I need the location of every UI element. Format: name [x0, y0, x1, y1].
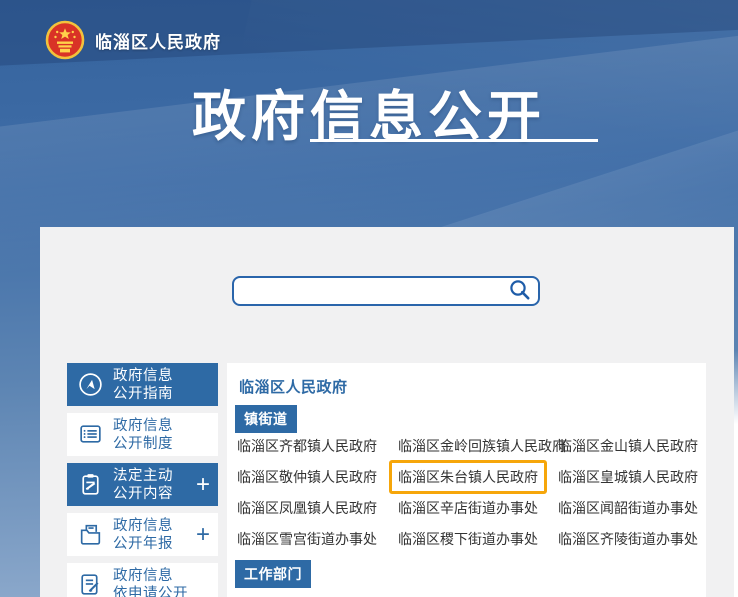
content-area: 临淄区人民政府 镇街道 临淄区齐都镇人民政府 临淄区金岭回族镇人民政府临淄区金山镇… — [227, 363, 706, 597]
link-cell: 临淄区凤凰镇人民政府 — [237, 498, 398, 518]
sidebar-item-rules[interactable]: 政府信息 公开制度 — [67, 413, 218, 456]
section-badge-towns: 镇街道 — [235, 405, 297, 433]
town-link[interactable]: 临淄区雪宫街道办事处 — [237, 531, 377, 547]
town-link[interactable]: 临淄区稷下街道办事处 — [398, 531, 538, 547]
clipboard-pen-icon — [77, 471, 104, 498]
search-bar — [232, 276, 540, 306]
link-cell: 临淄区雪宫街道办事处 — [237, 529, 398, 549]
plus-icon[interactable]: + — [196, 525, 210, 545]
page-heading: 临淄区人民政府 — [239, 376, 348, 397]
link-cell: 临淄区稷下街道办事处 — [398, 529, 558, 549]
plus-icon[interactable]: + — [196, 475, 210, 495]
sidebar-item-label: 政府信息 公开年报 — [113, 517, 173, 553]
link-cell: 临淄区金岭回族镇人民政府 — [398, 436, 558, 456]
town-link[interactable]: 临淄区齐陵街道办事处 — [558, 531, 698, 547]
link-cell: 临淄区皇城镇人民政府 — [558, 467, 706, 487]
link-cell: 临淄区金山镇人民政府 — [558, 436, 706, 456]
town-link[interactable]: 临淄区金岭回族镇人民政府 — [398, 438, 566, 454]
compass-icon — [77, 371, 104, 398]
town-link[interactable]: 临淄区辛店街道办事处 — [398, 500, 538, 516]
town-link[interactable]: 临淄区敬仲镇人民政府 — [237, 469, 377, 485]
sidebar: 政府信息 公开指南 政府信息 公开制度 — [67, 363, 218, 597]
document-list-icon — [77, 421, 104, 448]
town-link[interactable]: 临淄区齐都镇人民政府 — [237, 438, 377, 454]
link-cell: 临淄区齐都镇人民政府 — [237, 436, 398, 456]
section-badge-departments: 工作部门 — [235, 560, 311, 588]
site-name[interactable]: 临淄区人民政府 — [95, 28, 221, 53]
page: 临淄区人民政府 政府信息公开 — [0, 0, 738, 597]
town-link[interactable]: 临淄区凤凰镇人民政府 — [237, 500, 377, 516]
sidebar-item-statutory[interactable]: 法定主动 公开内容 + — [67, 463, 218, 506]
sidebar-item-annual-report[interactable]: 政府信息 公开年报 + — [67, 513, 218, 556]
search-button[interactable] — [508, 278, 538, 305]
link-cell: 临淄区闻韶街道办事处 — [558, 498, 706, 518]
search-input[interactable] — [234, 279, 508, 303]
link-cell: 临淄区辛店街道办事处 — [398, 498, 558, 518]
search-icon — [508, 278, 532, 305]
sidebar-item-label: 政府信息 公开制度 — [113, 417, 173, 453]
sidebar-item-guide[interactable]: 政府信息 公开指南 — [67, 363, 218, 406]
link-cell: 临淄区敬仲镇人民政府 — [237, 467, 398, 487]
national-emblem-icon — [45, 20, 85, 60]
town-link[interactable]: 临淄区皇城镇人民政府 — [558, 469, 698, 485]
site-logo[interactable]: 临淄区人民政府 — [45, 20, 221, 60]
town-link[interactable]: 临淄区闻韶街道办事处 — [558, 500, 698, 516]
town-link[interactable]: 临淄区金山镇人民政府 — [558, 438, 698, 454]
town-link-highlighted[interactable]: 临淄区朱台镇人民政府 — [389, 460, 547, 494]
title-underline — [310, 139, 598, 142]
sidebar-item-application[interactable]: 政府信息 依申请公开 — [67, 563, 218, 597]
sidebar-item-label: 政府信息 公开指南 — [113, 367, 173, 403]
link-cell: 临淄区齐陵街道办事处 — [558, 529, 706, 549]
town-links-grid: 临淄区齐都镇人民政府 临淄区金岭回族镇人民政府临淄区金山镇人民政府临淄区敬仲镇人民… — [237, 430, 706, 554]
folder-icon — [77, 521, 104, 548]
document-pen-icon — [77, 571, 104, 597]
link-cell: 临淄区朱台镇人民政府 — [398, 467, 558, 487]
sidebar-item-label: 政府信息 依申请公开 — [113, 567, 188, 597]
sidebar-item-label: 法定主动 公开内容 — [113, 467, 173, 503]
